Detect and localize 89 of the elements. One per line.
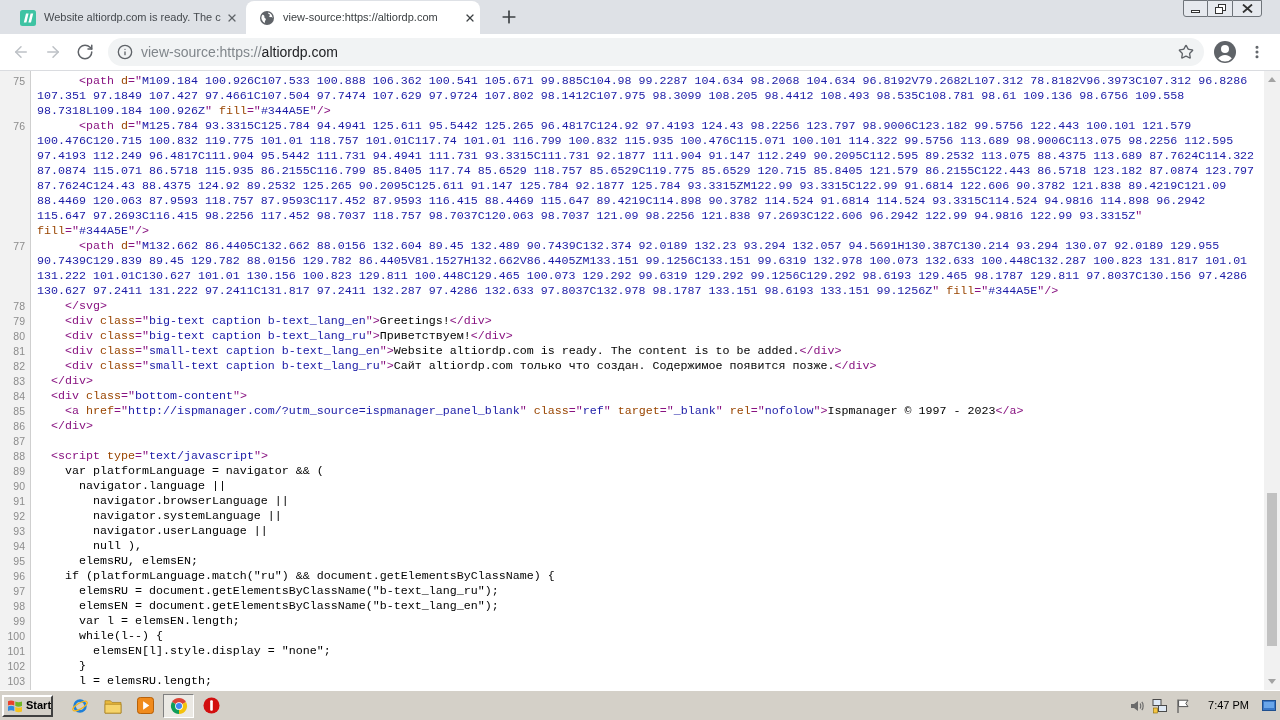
tricolor-circle-icon	[169, 696, 188, 715]
code-line: <path d="M125.784 93.3315C125.784 94.4941 125.611 95.5442 125.265 96.4817C124.92 97.4193 124.43 98.2256 123.797 98.9006C123.182 99.5756 122.443 100.101 121.579 100.476C120.715 100.832 119.775 101.01 118.757 101.01C117.74 101.01 116.799 100.832 115.935 100.476C115.071 100.101 114.322 99.5756 113.689 98.9006C113.075 98.2256 112.595 97.4193 112.249 96.4817C111.904 95.5442 111.731 94.4941 111.731 93.3315C111.731 92.1877 111.904 91.147 112.249 90.2095C112.595 89.2532 113.075 88.4375 113.689 87.7624C114.322 87.0874 115.071 86.5718 115.935 86.2155C116.799 85.8405 117.74 85.6529 118.757 85.6529C119.775 85.6529 120.715 85.8405 121.579 86.2155C122.443 86.5718 123.182 87.0874 123.797 87.7624C124.43 88.4375 124.92 89.2532 125.265 90.2095C125.611 91.147 125.784 92.1877 125.784 93.3315ZM122.99 93.3315C122.99 91.6814 122.606 90.3782 121.838 89.4219C121.09 88.4469 120.063 87.9593 118.757 87.9593C117.452 87.9593 116.415 88.4469 115.647 89.4219C114.898 90.3782 114.524 91.6814 114.524 93.3315C114.524 94.9816 114.898 96.2942 115.647 97.2693C116.415 98.2256 117.452 98.7037 118.757 98.7037C120.063 98.7037 121.09 98.2256 121.838 97.2693C122.606 96.2942 122.99 94.9816 122.99 93.3315Z" fill="#344A5E"/>	[37, 119, 1256, 238]
line-number: 78	[13, 299, 25, 314]
clock-time: 7:47 PM	[1208, 698, 1249, 714]
line-number: 77	[13, 239, 25, 254]
star-icon	[1178, 44, 1194, 60]
minimize-icon	[1191, 10, 1200, 13]
forward-arrow-icon	[44, 43, 62, 61]
line-number: 84	[13, 389, 25, 404]
code-line: </svg>	[65, 299, 107, 313]
line-number: 87	[13, 434, 25, 449]
code-line: elemsEN = document.getElementsByClassName("b-text_lang_en");	[79, 599, 499, 613]
code-line: <path d="M109.184 100.926C107.533 100.888 106.362 100.541 105.671 99.885C104.98 99.2287 104.634 98.2068 104.634 96.8192V79.2682L107.312 78.8182V96.3973C107.312 96.8286 107.351 97.1849 107.427 97.4661C107.504 97.7474 107.629 97.9724 107.802 98.1412C107.975 98.3099 108.205 98.4412 108.493 98.535C108.781 98.61 109.136 98.6756 109.558 98.7318L109.184 100.926Z" fill="#344A5E"/>	[37, 74, 1249, 118]
line-number: 75	[13, 74, 25, 89]
line-number: 96	[13, 569, 25, 584]
line-number: 86	[13, 419, 25, 434]
reload-icon	[76, 43, 94, 61]
code-line: <div class="small-text caption b-text_lang_en">Website altiordp.com is ready. The content is to be added.</div>	[65, 344, 842, 358]
browser-tab[interactable]: Website altiordp.com is ready. The c	[8, 1, 246, 34]
line-number: 88	[13, 449, 25, 464]
line-number: 95	[13, 554, 25, 569]
close-icon	[1241, 4, 1253, 13]
line-number: 92	[13, 509, 25, 524]
code-line: <a href="http://ispmanager.com/?utm_source=ispmanager_panel_blank" class="ref" target="_blank" rel="nofolow">Ispmanager © 1997 - 2023</a>	[65, 404, 1024, 418]
code-line: <div class="big-text caption b-text_lang_ru">Приветствуем!</div>	[65, 329, 513, 343]
line-number: 79	[13, 314, 25, 329]
start-button[interactable]: Start	[2, 694, 53, 717]
slash-logo-icon	[20, 9, 36, 26]
line-number: 94	[13, 539, 25, 554]
line-number: 89	[13, 464, 25, 479]
code-line: navigator.systemLanguage ||	[92, 509, 282, 523]
code-line: navigator.browserLanguage ||	[92, 494, 289, 508]
window-close-button[interactable]	[1232, 0, 1262, 17]
code-line: navigator.language ||	[79, 479, 226, 493]
code-line: var platformLanguage = navigator && (	[65, 464, 324, 478]
code-line: elemsRU = document.getElementsByClassName("b-text_lang_ru");	[79, 584, 499, 598]
code-line: </div>	[51, 419, 93, 433]
minimize-button[interactable]	[1183, 0, 1208, 17]
line-number: 91	[13, 494, 25, 509]
code-line: if (platformLanguage.match("ru") && document.getElementsByClassName) {	[65, 569, 555, 583]
line-number: 93	[13, 524, 25, 539]
flag-icon	[1175, 697, 1192, 714]
folder-icon	[103, 697, 122, 714]
code-line: null ),	[92, 539, 142, 553]
restore-icon	[1214, 3, 1226, 14]
code-line: elemsRU, elemsEN;	[79, 554, 198, 568]
code-line: <path d="M132.662 86.4405C132.662 88.0156 132.604 89.45 132.489 90.7439C132.374 92.0189 132.23 93.294 132.057 94.5691H130.387C130.214 93.294 130.07 92.0189 129.955 90.7439C129.839 89.45 129.782 88.0156 129.782 86.4405V81.1527H132.662V86.4405ZM133.151 99.1256C133.151 99.6319 132.978 100.073 132.633 100.448C132.287 100.823 131.817 101.01 131.222 101.01C130.627 101.01 130.156 100.823 129.811 100.448C129.465 100.073 129.292 99.6319 129.292 99.1256C129.292 98.6193 129.465 98.1787 129.811 97.8037C130.156 97.4286 130.627 97.2411 131.222 97.2411C131.817 97.2411 132.287 97.4286 132.633 97.8037C132.978 98.1787 133.151 98.6193 133.151 99.1256Z" fill="#344A5E"/>	[37, 239, 1249, 298]
code-line: l = elemsRU.length;	[79, 674, 212, 688]
address-bar[interactable]: view-source:https://altiordp.com	[108, 38, 1204, 66]
line-number: 85	[13, 404, 25, 419]
code-line: }	[79, 659, 86, 673]
play-icon	[137, 697, 154, 714]
triangle-down-icon	[1268, 679, 1276, 684]
alert-circle-icon	[203, 697, 220, 714]
person-avatar-icon	[1213, 40, 1237, 64]
line-number: 82	[13, 359, 25, 374]
browser-tab[interactable]: view-source:https://altiordp.com	[246, 1, 480, 34]
code-line: <div class="small-text caption b-text_lang_ru">Сайт altiordp.com только что создан. Содержимое появится позже.</div>	[65, 359, 877, 373]
line-number: 81	[13, 344, 25, 359]
line-number: 83	[13, 374, 25, 389]
line-number: 98	[13, 599, 25, 614]
line-number: 102	[7, 659, 25, 674]
scrollbar-thumb[interactable]	[1267, 493, 1277, 646]
line-number: 97	[13, 584, 25, 599]
code-line: while(l--) {	[79, 629, 163, 643]
windows-flag-icon	[7, 698, 23, 713]
taskbar-app-button[interactable]	[163, 693, 194, 718]
code-line: elemsEN[l].style.display = "none";	[92, 644, 331, 658]
line-number: 101	[7, 644, 25, 659]
line-number: 80	[13, 329, 25, 344]
line-number: 100	[7, 629, 25, 644]
code-line: <script type="text/javascript">	[51, 449, 268, 463]
code-line: var l = elemsEN.length;	[79, 614, 240, 628]
line-number: 90	[13, 479, 25, 494]
globe-ring-icon	[70, 696, 89, 715]
code-line: navigator.userLanguage ||	[92, 524, 268, 538]
profile-button[interactable]	[1213, 40, 1237, 64]
triangle-up-icon	[1268, 77, 1276, 82]
network-icon	[1152, 697, 1169, 714]
line-number: 103	[7, 674, 25, 689]
info-icon	[117, 44, 133, 60]
restore-button[interactable]	[1208, 0, 1232, 17]
show-desktop-icon	[1262, 700, 1276, 711]
code-line: <div class="bottom-content">	[51, 389, 247, 403]
globe-icon	[260, 10, 274, 25]
code-line: <div class="big-text caption b-text_lang_en">Greetings!</div>	[65, 314, 492, 328]
code-line: </div>	[51, 374, 93, 388]
line-number: 99	[13, 614, 25, 629]
line-number: 76	[13, 119, 25, 134]
